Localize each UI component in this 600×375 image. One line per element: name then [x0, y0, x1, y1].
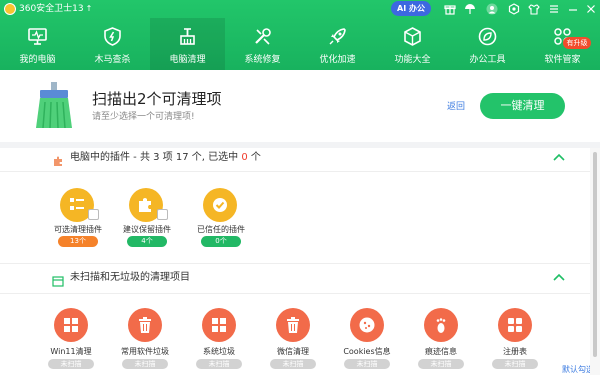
scan-result-subtitle: 请至少选择一个可清理项!: [92, 112, 195, 122]
header: 360安全卫士13 ↑ AI 办公 我的电脑 木马查杀 电脑清理 系统修复 优化…: [0, 0, 600, 70]
nav-label: 优化加速: [319, 55, 356, 65]
scrollbar[interactable]: [590, 148, 600, 375]
scan-result-title: 扫描出2个可清理项: [92, 90, 222, 108]
broom-illustration-icon: [34, 82, 74, 132]
plugins-section-title: 电脑中的插件 - 共 3 项 17 个, 已选中 0 个: [70, 151, 261, 165]
settings-icon[interactable]: [507, 2, 521, 16]
nav-item-optimize[interactable]: 优化加速: [300, 18, 375, 70]
unscanned-section-header[interactable]: 未扫描和无垃圾的清理项目: [0, 267, 590, 289]
plugin-label: 已信任的插件: [197, 225, 245, 234]
upgrade-arrow-icon[interactable]: ↑: [86, 2, 93, 15]
plugins-section-header[interactable]: 电脑中的插件 - 共 3 项 17 个, 已选中 0 个: [0, 147, 590, 169]
tool-status-badge: 未扫描: [196, 359, 242, 369]
plugin-checkbox[interactable]: [157, 209, 168, 220]
tool-label: Win11清理: [50, 347, 92, 356]
plugin-section-icon: [52, 152, 64, 166]
tool-label: 微信清理: [277, 347, 309, 356]
section-separator: [0, 171, 590, 172]
umbrella-icon[interactable]: [463, 2, 477, 16]
skin-icon[interactable]: [527, 2, 541, 16]
plugin-count-badge: 13个: [58, 236, 98, 247]
tool-status-badge: 未扫描: [270, 359, 316, 369]
windows-icon: [202, 308, 236, 342]
scrollbar-thumb[interactable]: [593, 152, 597, 357]
tool-label: Cookies信息: [343, 347, 391, 356]
plugin-label: 建议保留插件: [123, 225, 171, 234]
app-title-text: 360安全卫士13: [19, 4, 84, 14]
ai-office-button[interactable]: AI 办公: [391, 1, 431, 16]
tool-label: 系统垃圾: [203, 347, 235, 356]
unscanned-section-title: 未扫描和无垃圾的清理项目: [70, 272, 190, 283]
broom-icon: [177, 26, 198, 47]
rocket-icon: [327, 26, 348, 47]
nav-label: 功能大全: [394, 55, 431, 65]
gift-icon[interactable]: [443, 2, 457, 16]
footprint-icon: [424, 308, 458, 342]
tool-status-badge: 未扫描: [492, 359, 538, 369]
tool-status-badge: 未扫描: [344, 359, 390, 369]
trash-icon: [276, 308, 310, 342]
scan-summary: 扫描出2个可清理项 请至少选择一个可清理项! 返回 一键清理: [0, 70, 600, 142]
plugin-count-badge: 0个: [201, 236, 241, 247]
monitor-icon: [27, 26, 48, 47]
user-avatar-icon[interactable]: [485, 2, 499, 16]
registry-icon: [498, 308, 532, 342]
nav-item-system-repair[interactable]: 系统修复: [225, 18, 300, 70]
close-icon[interactable]: [584, 2, 598, 16]
tool-label: 痕迹信息: [425, 347, 457, 356]
one-click-clean-button[interactable]: 一键清理: [480, 93, 565, 119]
tool-label: 注册表: [503, 347, 527, 356]
upgrade-badge[interactable]: 有升级: [563, 37, 591, 49]
nav-item-all-features[interactable]: 功能大全: [375, 18, 450, 70]
nav-item-computer-cleanup[interactable]: 电脑清理: [150, 18, 225, 70]
leaf-icon: [477, 26, 498, 47]
plugins-title-suffix: 个: [247, 152, 261, 163]
shield-icon: [102, 26, 123, 47]
wrench-icon: [252, 26, 273, 47]
minimize-icon[interactable]: [566, 2, 580, 16]
windows-icon: [54, 308, 88, 342]
check-badge-icon: [203, 188, 237, 222]
app-title: 360安全卫士13 ↑: [19, 2, 92, 16]
section-separator: [0, 263, 590, 264]
app-logo-icon: [4, 3, 16, 15]
plugin-label: 可选清理插件: [54, 225, 102, 234]
nav-label: 办公工具: [469, 55, 506, 65]
cookie-icon: [350, 308, 384, 342]
trash-icon: [128, 308, 162, 342]
plugin-checkbox[interactable]: [88, 209, 99, 220]
nav-label: 我的电脑: [19, 55, 56, 65]
nav-label: 电脑清理: [169, 55, 206, 65]
nav-label: 系统修复: [244, 55, 281, 65]
nav-label: 木马查杀: [94, 55, 131, 65]
back-link[interactable]: 返回: [447, 101, 465, 113]
tool-status-badge: 未扫描: [48, 359, 94, 369]
tool-status-badge: 未扫描: [122, 359, 168, 369]
nav-label: 软件管家: [544, 55, 581, 65]
nav-item-my-computer[interactable]: 我的电脑: [0, 18, 75, 70]
menu-icon[interactable]: [547, 2, 561, 16]
plugins-title-prefix: 电脑中的插件 - 共 3 项 17 个, 已选中: [70, 152, 242, 163]
cube-icon: [402, 26, 423, 47]
chevron-up-icon[interactable]: [551, 150, 567, 166]
chevron-up-icon[interactable]: [551, 270, 567, 286]
tool-label: 常用软件垃圾: [121, 347, 169, 356]
calendar-icon: [52, 272, 64, 287]
section-separator: [0, 293, 590, 294]
main-nav: 我的电脑 木马查杀 电脑清理 系统修复 优化加速 功能大全 办公工具 软件管家: [0, 18, 600, 70]
tool-status-badge: 未扫描: [418, 359, 464, 369]
title-bar: 360安全卫士13 ↑ AI 办公: [0, 0, 600, 18]
nav-item-office-tools[interactable]: 办公工具: [450, 18, 525, 70]
nav-item-trojan-scan[interactable]: 木马查杀: [75, 18, 150, 70]
plugin-count-badge: 4个: [127, 236, 167, 247]
